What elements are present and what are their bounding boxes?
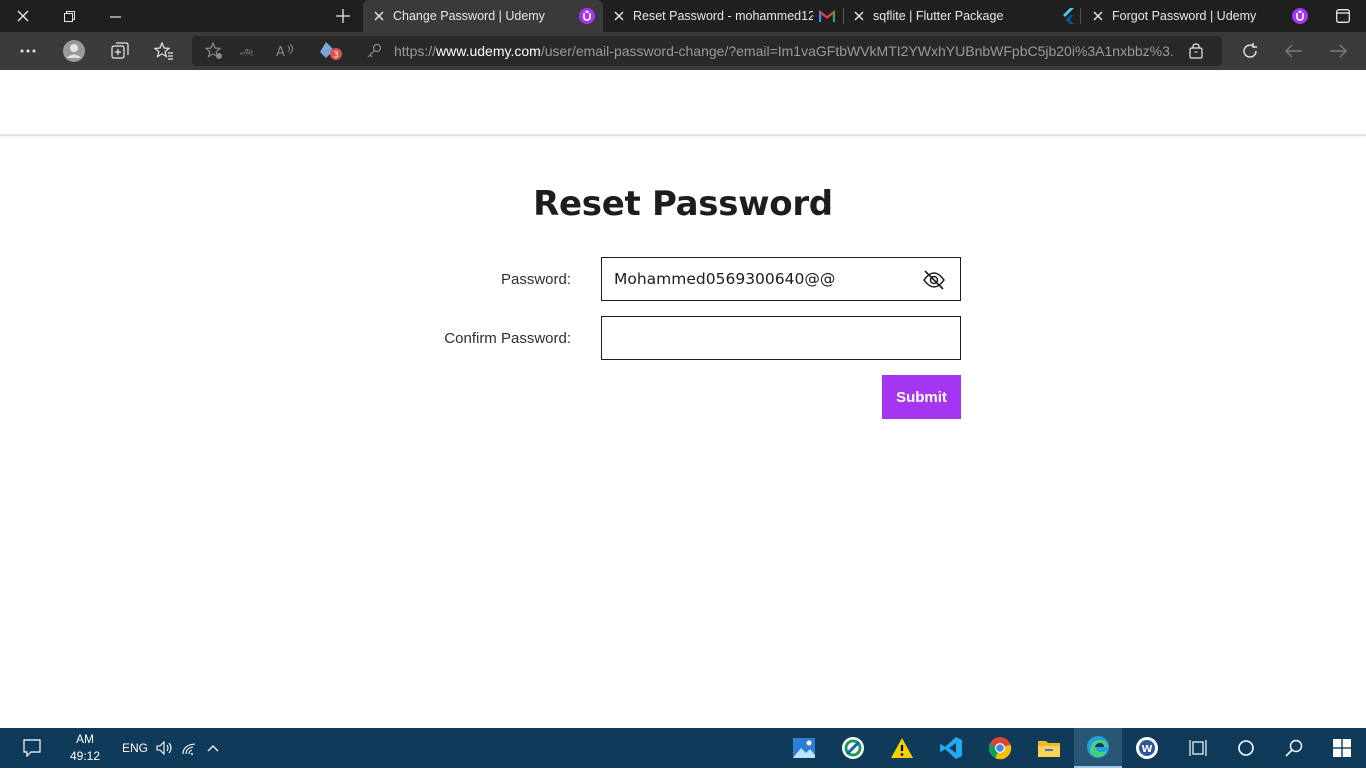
svg-text:W: W bbox=[1141, 744, 1152, 755]
tab-close-icon[interactable] bbox=[613, 10, 625, 22]
start-windows-icon[interactable] bbox=[1322, 728, 1362, 768]
restore-window-icon[interactable] bbox=[46, 0, 92, 32]
tab-close-icon[interactable] bbox=[853, 10, 865, 22]
file-explorer-icon[interactable] bbox=[1025, 728, 1073, 768]
input-language[interactable]: ENG bbox=[118, 728, 152, 768]
forward-arrow-icon[interactable] bbox=[1322, 36, 1354, 66]
back-arrow-icon[interactable] bbox=[1278, 36, 1310, 66]
browser-tab-strip: Change Password | Udemy Reset Password -… bbox=[0, 0, 1366, 32]
notification-center-icon[interactable] bbox=[14, 728, 50, 768]
site-header bbox=[0, 70, 1366, 136]
collections-icon[interactable] bbox=[104, 36, 136, 66]
tab-forgot-password[interactable]: Forgot Password | Udemy bbox=[1082, 0, 1316, 32]
tab-change-password[interactable]: Change Password | Udemy bbox=[363, 0, 603, 32]
confirm-password-label: Confirm Password: bbox=[444, 330, 571, 347]
system-clock[interactable]: AM 49:12 6/5/2022 bbox=[60, 731, 110, 782]
more-options-icon[interactable] bbox=[12, 36, 44, 66]
tab-actions-icon[interactable] bbox=[1320, 0, 1366, 32]
network-icon[interactable] bbox=[178, 728, 202, 768]
warning-icon[interactable] bbox=[878, 728, 926, 768]
submit-button[interactable]: Submit bbox=[882, 375, 961, 419]
tab-title: Change Password | Udemy bbox=[393, 9, 545, 23]
page-title: Reset Password bbox=[533, 184, 833, 224]
translate-icon[interactable]: அ bbox=[234, 36, 266, 66]
photos-icon[interactable] bbox=[780, 728, 828, 768]
task-view-icon[interactable] bbox=[1178, 728, 1218, 768]
extension-icon[interactable]: 3 bbox=[316, 36, 348, 66]
url-text[interactable]: https://www.udemy.com/user/email-passwor… bbox=[394, 36, 1174, 66]
vscode-icon[interactable] bbox=[927, 728, 975, 768]
cortana-icon[interactable] bbox=[1226, 728, 1266, 768]
tab-close-icon[interactable] bbox=[1092, 10, 1104, 22]
favorites-icon[interactable] bbox=[148, 36, 180, 66]
svg-text:A: A bbox=[276, 45, 285, 59]
edge-icon[interactable] bbox=[1074, 728, 1122, 768]
url-prefix: https:// bbox=[394, 43, 437, 59]
udemy-icon bbox=[1292, 8, 1308, 24]
password-input[interactable]: Mohammed0569300640@@ bbox=[601, 257, 961, 301]
profile-avatar-icon[interactable] bbox=[58, 36, 90, 66]
url-path: /user/email-password-change/?email=Im1va… bbox=[540, 43, 1174, 59]
maps-icon[interactable] bbox=[829, 728, 877, 768]
add-favorite-icon[interactable] bbox=[198, 36, 230, 66]
address-bar[interactable]: அ A 3 https://www.udemy.com/user/email-p… bbox=[192, 36, 1222, 66]
tab-title: Forgot Password | Udemy bbox=[1112, 9, 1257, 23]
clock-time: AM 49:12 bbox=[69, 732, 101, 763]
url-host: www.udemy.com bbox=[436, 43, 541, 59]
browser-toolbar: அ A 3 https://www.udemy.com/user/email-p… bbox=[0, 32, 1366, 70]
refresh-icon[interactable] bbox=[1234, 36, 1266, 66]
tab-title: Reset Password - mohammed12 bbox=[633, 9, 813, 23]
password-label: Password: bbox=[500, 271, 571, 288]
volume-icon[interactable] bbox=[153, 728, 177, 768]
password-value: Mohammed0569300640@@ bbox=[614, 270, 836, 288]
windows-taskbar: AM 49:12 6/5/2022 ENG W bbox=[0, 728, 1366, 780]
chrome-icon[interactable] bbox=[976, 728, 1024, 768]
hide-password-icon[interactable] bbox=[922, 268, 946, 292]
new-tab-icon[interactable] bbox=[320, 0, 366, 32]
svg-text:அ: அ bbox=[240, 44, 253, 58]
tab-reset-password-gmail[interactable]: Reset Password - mohammed12 bbox=[603, 0, 843, 32]
tab-title: sqflite | Flutter Package bbox=[873, 9, 1004, 23]
confirm-password-input[interactable] bbox=[601, 316, 961, 360]
extension-badge-count: 3 bbox=[333, 51, 339, 61]
search-icon[interactable] bbox=[1274, 728, 1314, 768]
word-icon[interactable]: W bbox=[1123, 728, 1171, 768]
udemy-icon bbox=[579, 8, 595, 24]
tab-separator bbox=[1080, 8, 1081, 24]
close-window-icon[interactable] bbox=[0, 0, 46, 32]
flutter-icon bbox=[1063, 8, 1074, 24]
minimize-window-icon[interactable] bbox=[92, 0, 138, 32]
shopping-bag-icon[interactable] bbox=[1180, 36, 1212, 66]
chevron-up-icon[interactable] bbox=[202, 728, 224, 768]
gmail-icon bbox=[819, 9, 835, 22]
read-aloud-icon[interactable]: A bbox=[270, 36, 302, 66]
tab-close-icon[interactable] bbox=[373, 10, 385, 22]
tab-sqflite[interactable]: sqflite | Flutter Package bbox=[843, 0, 1083, 32]
site-info-key-icon[interactable] bbox=[358, 36, 390, 66]
